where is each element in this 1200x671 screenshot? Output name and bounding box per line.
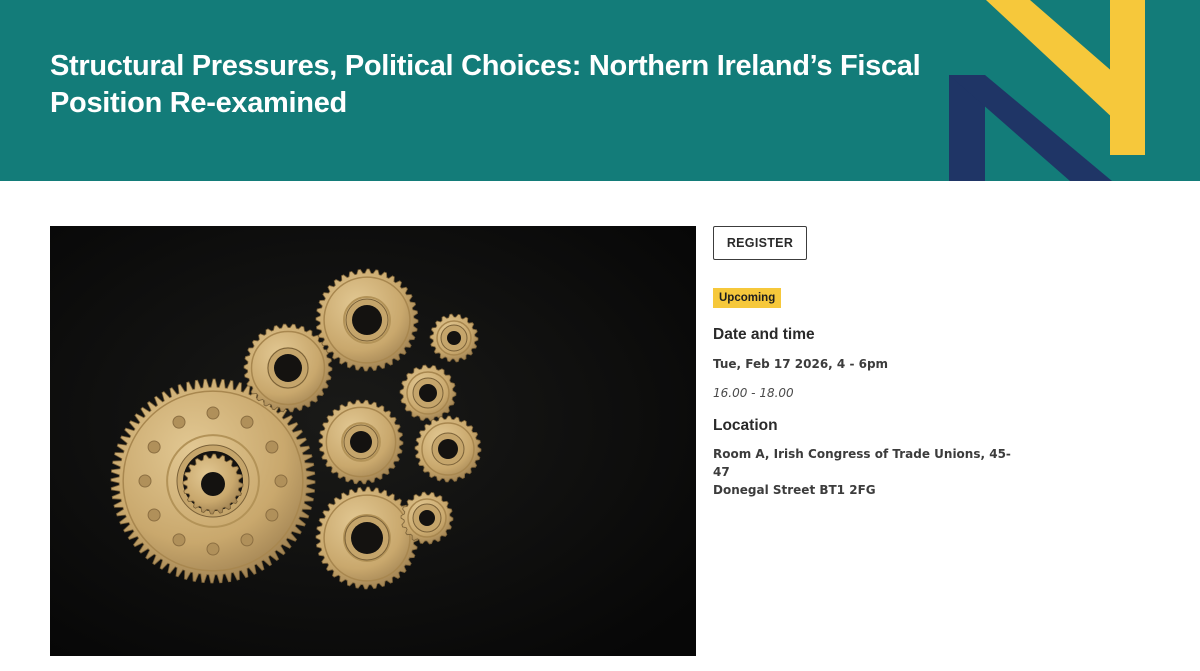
- date-time-value: Tue, Feb 17 2026, 4 - 6pm: [713, 357, 889, 371]
- location-line: Donegal Street BT1 2FG: [713, 483, 876, 497]
- location-line: Room A, Irish Congress of Trade Unions, …: [713, 447, 1011, 479]
- event-page: Structural Pressures, Political Choices:…: [0, 0, 1200, 671]
- date-time-heading: Date and time: [713, 326, 815, 343]
- page-title: Structural Pressures, Political Choices:…: [50, 50, 921, 119]
- time-note: 16.00 - 18.00: [713, 386, 794, 400]
- location-address: Room A, Irish Congress of Trade Unions, …: [713, 445, 1013, 499]
- status-badge: Upcoming: [713, 288, 782, 308]
- register-button[interactable]: REGISTER: [713, 226, 807, 260]
- event-banner: Structural Pressures, Political Choices:…: [0, 0, 1200, 181]
- location-heading: Location: [713, 417, 778, 434]
- event-image: [50, 226, 696, 656]
